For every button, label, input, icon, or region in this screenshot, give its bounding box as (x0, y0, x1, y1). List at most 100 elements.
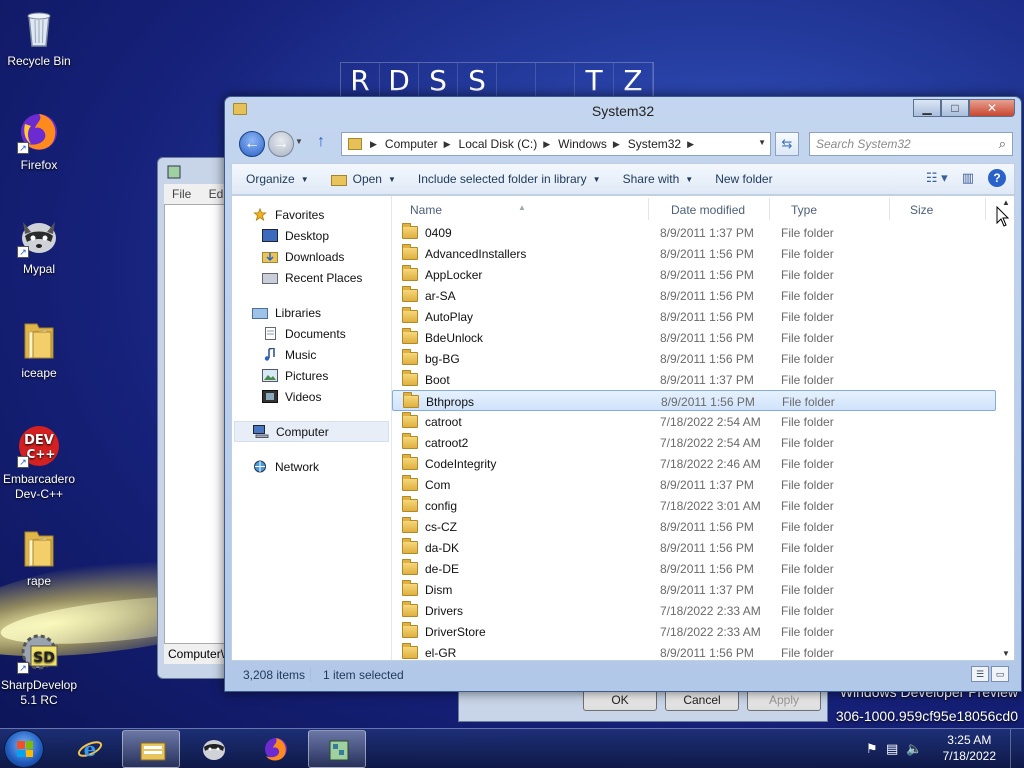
column-divider[interactable] (889, 198, 890, 220)
table-row[interactable]: CodeIntegrity 7/18/2022 2:46 AM File folde… (392, 453, 998, 474)
nav-libraries[interactable]: Libraries (232, 302, 391, 323)
table-row[interactable]: da-DK 8/9/2011 1:56 PM File folder (392, 537, 998, 558)
maximize-button[interactable]: □ (941, 99, 969, 117)
back-button[interactable]: ← (239, 131, 265, 157)
breadcrumb-separator-icon[interactable]: ▶ (444, 139, 451, 150)
column-divider[interactable] (769, 198, 770, 220)
nav-favorites[interactable]: Favorites (232, 204, 391, 225)
column-name[interactable]: Name (410, 203, 442, 217)
explorer-window[interactable]: System32 ▁ □ ✕ ← → ▼ ↑ ▶ Computer ▶ Loca… (224, 96, 1022, 692)
nav-documents[interactable]: Documents (232, 323, 391, 344)
column-size[interactable]: Size (910, 203, 933, 217)
desktop-icon-firefox[interactable]: ↗ Firefox (0, 110, 78, 173)
table-row[interactable]: de-DE 8/9/2011 1:56 PM File folder (392, 558, 998, 579)
new-folder-button[interactable]: New folder (715, 172, 772, 186)
column-type[interactable]: Type (791, 203, 817, 217)
desktop-icon-mypal[interactable]: ↗ Mypal (0, 214, 78, 277)
table-row[interactable]: Bthprops 8/9/2011 1:56 PM File folder (392, 390, 996, 411)
vertical-scrollbar[interactable]: ▲ ▼ (998, 196, 1014, 660)
breadcrumb-separator-icon[interactable]: ▶ (543, 139, 550, 150)
title-bar[interactable]: System32 ▁ □ ✕ (225, 97, 1021, 125)
ok-button[interactable]: OK (583, 689, 657, 711)
volume-icon[interactable]: 🔈 (906, 741, 922, 757)
open-button[interactable]: Open ▼ (330, 172, 396, 186)
clock[interactable]: 3:25 AM 7/18/2022 (943, 732, 996, 764)
table-row[interactable]: el-GR 8/9/2011 1:56 PM File folder (392, 642, 998, 660)
network-icon[interactable]: ▤ (886, 741, 898, 757)
table-row[interactable]: Dism 8/9/2011 1:37 PM File folder (392, 579, 998, 600)
breadcrumb-windows[interactable]: Windows (558, 137, 607, 151)
nav-pictures[interactable]: Pictures (232, 365, 391, 386)
nav-desktop[interactable]: Desktop (232, 225, 391, 246)
notepad-text-area[interactable] (164, 204, 230, 644)
breadcrumb-separator-icon[interactable]: ▶ (370, 139, 377, 150)
nav-videos[interactable]: Videos (232, 386, 391, 407)
table-row[interactable]: DriverStore 7/18/2022 2:33 AM File folder (392, 621, 998, 642)
table-row[interactable]: Boot 8/9/2011 1:37 PM File folder (392, 369, 998, 390)
nav-music[interactable]: Music (232, 344, 391, 365)
table-row[interactable]: Com 8/9/2011 1:37 PM File folder (392, 474, 998, 495)
up-arrow-icon[interactable]: ↑ (317, 133, 325, 151)
table-row[interactable]: cs-CZ 8/9/2011 1:56 PM File folder (392, 516, 998, 537)
share-with-button[interactable]: Share with ▼ (623, 172, 694, 186)
nav-network[interactable]: Network (232, 456, 391, 477)
taskbar-internet-explorer[interactable]: e (60, 730, 118, 768)
breadcrumb-system32[interactable]: System32 (628, 137, 681, 151)
table-row[interactable]: catroot2 7/18/2022 2:54 AM File folder (392, 432, 998, 453)
breadcrumb-separator-icon[interactable]: ▶ (613, 139, 620, 150)
desktop-icon-devcpp[interactable]: DEV C++ ↗ Embarcadero Dev-C++ (0, 424, 78, 502)
scroll-down-arrow-icon[interactable]: ▼ (1002, 649, 1010, 658)
column-divider[interactable] (648, 198, 649, 220)
details-view-icon[interactable]: ☰ (971, 666, 989, 682)
cancel-button[interactable]: Cancel (665, 689, 739, 711)
nav-computer[interactable]: Computer (234, 421, 389, 442)
taskbar-file-explorer[interactable] (122, 730, 180, 768)
table-row[interactable]: bg-BG 8/9/2011 1:56 PM File folder (392, 348, 998, 369)
forward-button[interactable]: → (268, 131, 294, 157)
search-input[interactable]: Search System32 ⌕ (809, 132, 1013, 156)
change-view-icon[interactable]: ☷ ▾ (926, 170, 948, 186)
breadcrumb-separator-icon[interactable]: ▶ (687, 139, 694, 150)
minimize-button[interactable]: ▁ (913, 99, 941, 117)
table-row[interactable]: ar-SA 8/9/2011 1:56 PM File folder (392, 285, 998, 306)
close-button[interactable]: ✕ (969, 99, 1015, 117)
table-row[interactable]: config 7/18/2022 3:01 AM File folder (392, 495, 998, 516)
desktop-icon-label: rape (26, 574, 52, 588)
search-icon[interactable]: ⌕ (999, 136, 1006, 152)
include-in-library-button[interactable]: Include selected folder in library ▼ (418, 172, 601, 186)
recent-pages-dropdown-icon[interactable]: ▼ (295, 137, 303, 146)
help-icon[interactable]: ? (988, 169, 1006, 187)
address-dropdown-icon[interactable]: ▼ (758, 138, 766, 147)
taskbar-firefox[interactable] (246, 730, 304, 768)
apply-button[interactable]: Apply (747, 689, 821, 711)
start-button[interactable] (4, 730, 44, 768)
table-row[interactable]: catroot 7/18/2022 2:54 AM File folder (392, 411, 998, 432)
taskbar-mypal[interactable] (184, 730, 242, 768)
taskbar-notepad[interactable] (308, 730, 366, 768)
nav-recent-places[interactable]: Recent Places (232, 267, 391, 288)
breadcrumb-local-disk[interactable]: Local Disk (C:) (459, 137, 538, 151)
column-date-modified[interactable]: Date modified (671, 203, 745, 217)
table-row[interactable]: Drivers 7/18/2022 2:33 AM File folder (392, 600, 998, 621)
address-bar[interactable]: ▶ Computer ▶ Local Disk (C:) ▶ Windows ▶… (341, 132, 771, 156)
refresh-button[interactable]: ⇆ (775, 132, 799, 156)
organize-button[interactable]: Organize ▼ (246, 172, 309, 186)
large-icons-view-icon[interactable]: ▭ (991, 666, 1009, 682)
table-row[interactable]: BdeUnlock 8/9/2011 1:56 PM File folder (392, 327, 998, 348)
preview-pane-icon[interactable]: ▥ (962, 170, 974, 186)
desktop-icon-iceape[interactable]: iceape (0, 318, 78, 381)
table-row[interactable]: 0409 8/9/2011 1:37 PM File folder (392, 222, 998, 243)
table-row[interactable]: AppLocker 8/9/2011 1:56 PM File folder (392, 264, 998, 285)
show-desktop-button[interactable] (1010, 729, 1024, 768)
desktop-icon-recycle-bin[interactable]: Recycle Bin (0, 6, 78, 69)
table-row[interactable]: AdvancedInstallers 8/9/2011 1:56 PM File f… (392, 243, 998, 264)
table-row[interactable]: AutoPlay 8/9/2011 1:56 PM File folder (392, 306, 998, 327)
notepad-menu-bar[interactable]: File Edit (164, 184, 230, 204)
breadcrumb-computer[interactable]: Computer (385, 137, 438, 151)
file-type: File folder (781, 583, 834, 597)
action-center-flag-icon[interactable]: ⚑ (866, 741, 878, 757)
desktop-icon-sharpdevelop[interactable]: SD ↗ SharpDevelop 5.1 RC (0, 630, 78, 708)
desktop-icon-rape[interactable]: rape (0, 526, 78, 589)
column-divider[interactable] (985, 198, 986, 220)
nav-downloads[interactable]: Downloads (232, 246, 391, 267)
